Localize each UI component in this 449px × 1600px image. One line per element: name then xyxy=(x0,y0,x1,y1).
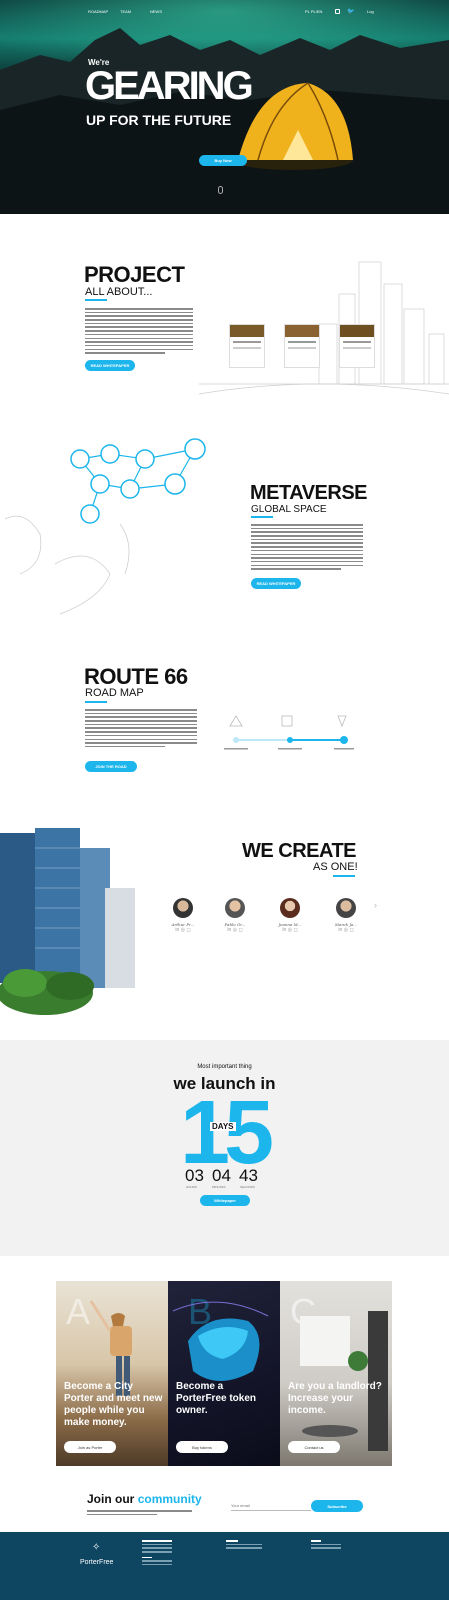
project-title: PROJECT xyxy=(84,262,185,287)
launch-whitepaper-button[interactable]: Whitepaper xyxy=(200,1195,250,1206)
community-body-text xyxy=(87,1510,192,1517)
app-screenshot-2 xyxy=(284,324,320,368)
team-member-4: Marek Ja... in ◎ ◻ xyxy=(331,898,361,933)
hero-section: We're GEARING UP FOR THE FUTURE Buy Now xyxy=(0,0,449,214)
footer-column-1 xyxy=(142,1540,172,1568)
roadmap-body-text xyxy=(85,709,197,750)
card-text: Become a PorterFree token owner. xyxy=(176,1381,257,1416)
hero-line-3: UP FOR THE FUTURE xyxy=(86,112,232,128)
footer-column-2 xyxy=(226,1540,262,1551)
roadmap-section: ROUTE 66 ROAD MAP JOIN THE ROAD xyxy=(0,634,449,814)
community-section: Join our community Subscribe xyxy=(0,1480,449,1530)
card-landlord: C Are you a landlord? Increase your inco… xyxy=(280,1281,392,1466)
metaverse-body-text xyxy=(251,524,363,572)
card-porter: A Become a City Porter and meet new peop… xyxy=(56,1281,168,1466)
twitter-icon[interactable]: 🐦 xyxy=(347,8,354,15)
interior-graphic xyxy=(300,1311,388,1451)
card-text: Become a City Porter and meet new people… xyxy=(64,1381,163,1428)
metaverse-title: METAVERSE xyxy=(250,482,368,504)
nav-link-team[interactable]: TEAM xyxy=(120,9,131,14)
nav-link-roadmap[interactable]: ROADMAP xyxy=(88,9,108,14)
join-as-porter-button[interactable]: Join as Porter xyxy=(64,1441,116,1453)
countdown-hours: 03 xyxy=(185,1166,204,1185)
read-whitepaper-button[interactable]: READ WHITEPAPER xyxy=(85,360,135,371)
roadmap-accent-bar xyxy=(85,701,107,703)
avatar xyxy=(173,898,193,918)
team-subtitle: AS ONE! xyxy=(313,861,358,873)
community-title-b: community xyxy=(137,1492,202,1506)
avatar xyxy=(336,898,356,918)
community-title-a: Join our xyxy=(87,1492,135,1506)
team-section: WE CREATE AS ONE! Arthur Pr... in ◎ ◻ Pa… xyxy=(0,814,449,1020)
scroll-mouse-icon[interactable] xyxy=(218,186,223,194)
chevron-right-icon[interactable]: › xyxy=(374,900,377,910)
buy-now-button[interactable]: Buy Now xyxy=(199,155,247,166)
card-token: B Become a PorterFree token owner. Buy t… xyxy=(168,1281,280,1466)
skyscrapers-graphic xyxy=(0,828,135,1015)
countdown-days-number: 15 xyxy=(179,1083,274,1183)
footer-brand: PorterFree xyxy=(80,1559,114,1566)
subscribe-button[interactable]: Subscribe xyxy=(311,1500,363,1512)
login-link[interactable]: Log xyxy=(367,9,374,14)
roadmap-timeline xyxy=(224,715,354,750)
top-nav: ROADMAP TEAM NEWS PL PL/EN 🐦 Log xyxy=(0,0,449,20)
roadmap-subtitle: ROAD MAP xyxy=(85,687,144,699)
buy-tokens-button[interactable]: Buy tokens xyxy=(176,1441,228,1453)
project-body-text xyxy=(85,308,193,356)
hero-line-2: GEARING xyxy=(85,64,254,108)
countdown-minutes: 04 xyxy=(212,1166,231,1185)
team-member-3: Joanna M... in ◎ ◻ xyxy=(275,898,305,933)
countdown-days-label: DAYS xyxy=(210,1122,236,1131)
avatar xyxy=(225,898,245,918)
language-switch[interactable]: PL PL/EN xyxy=(305,9,322,14)
footer: ✧ PorterFree xyxy=(0,1532,449,1600)
metaverse-subtitle: GLOBAL SPACE xyxy=(251,504,327,515)
project-accent-bar xyxy=(85,299,107,301)
contact-us-button[interactable]: Contact us xyxy=(288,1441,340,1453)
countdown-hours-label: HOURS xyxy=(186,1185,197,1189)
countdown-minutes-label: MINUTES xyxy=(212,1185,226,1189)
project-section: PROJECT ALL ABOUT... READ WHITEPAPER xyxy=(0,214,449,414)
instagram-icon[interactable] xyxy=(335,9,340,14)
launch-section: Most important thing we launch in 15 DAY… xyxy=(0,1040,449,1256)
project-subtitle: ALL ABOUT... xyxy=(85,286,153,298)
metaverse-section: METAVERSE GLOBAL SPACE READ WHITEPAPER xyxy=(0,414,449,634)
network-hands-graphic xyxy=(4,438,206,615)
nav-link-news[interactable]: NEWS xyxy=(150,9,162,14)
community-title: Join our community xyxy=(87,1492,202,1506)
avatar xyxy=(280,898,300,918)
card-text: Are you a landlord? Increase your income… xyxy=(288,1381,382,1416)
team-member-1: Arthur Pr... in ◎ ◻ xyxy=(168,898,198,933)
team-member-2: Pablo Gr... in ◎ ◻ xyxy=(220,898,250,933)
team-accent-bar xyxy=(333,875,355,877)
metaverse-whitepaper-button[interactable]: READ WHITEPAPER xyxy=(251,578,301,589)
join-the-road-button[interactable]: JOIN THE ROAD xyxy=(85,761,137,772)
email-input[interactable] xyxy=(231,1500,311,1511)
app-screenshot-3 xyxy=(339,324,375,368)
countdown-seconds: 43 xyxy=(239,1166,258,1185)
countdown-seconds-label: SECONDS xyxy=(240,1185,255,1189)
metaverse-accent-bar xyxy=(251,516,273,518)
team-title: WE CREATE xyxy=(242,840,357,862)
app-screenshot-1 xyxy=(229,324,265,368)
porterfree-logo-icon: ✧ xyxy=(92,1542,101,1553)
footer-column-3 xyxy=(311,1540,341,1551)
launch-pretitle: Most important thing xyxy=(197,1064,252,1070)
